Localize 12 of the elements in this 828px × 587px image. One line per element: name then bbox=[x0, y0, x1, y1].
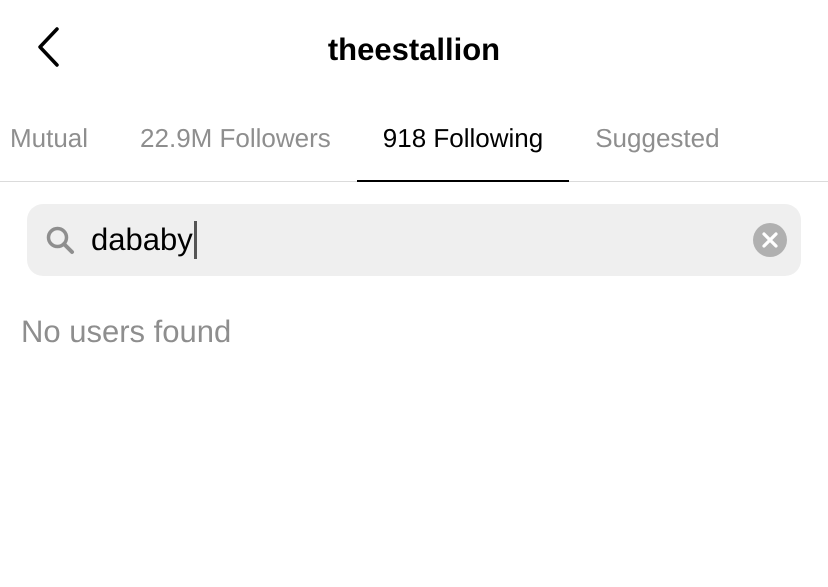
search-query: dababy bbox=[91, 222, 193, 258]
search-icon bbox=[45, 225, 75, 255]
clear-icon bbox=[753, 223, 787, 257]
back-icon bbox=[35, 26, 61, 68]
tab[interactable]: Mutual bbox=[0, 96, 114, 182]
tab[interactable]: 22.9M Followers bbox=[114, 96, 357, 182]
tab[interactable]: 918 Following bbox=[356, 96, 570, 182]
tab[interactable]: Suggested bbox=[569, 96, 746, 182]
profile-username: theestallion bbox=[328, 32, 500, 68]
search-field[interactable]: dababy bbox=[27, 204, 801, 276]
text-cursor bbox=[194, 221, 197, 259]
empty-message: No users found bbox=[21, 314, 232, 350]
